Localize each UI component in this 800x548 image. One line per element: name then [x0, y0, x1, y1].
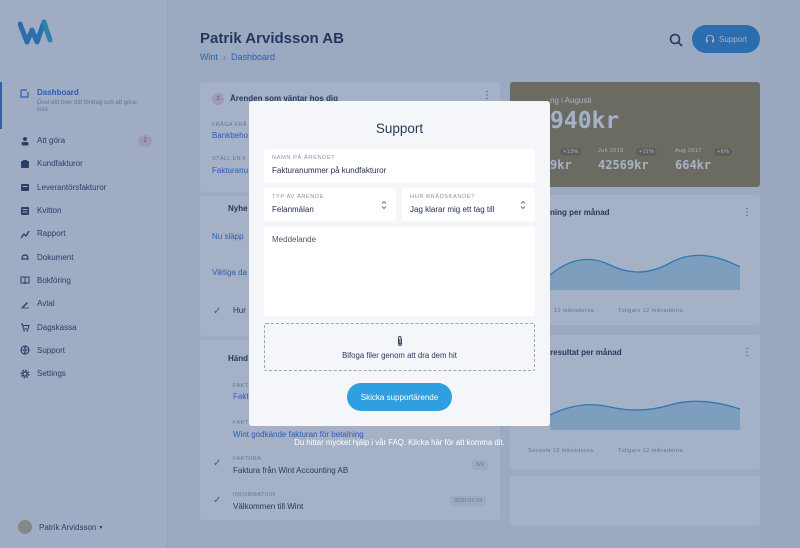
field-value: Felanmälan	[272, 205, 314, 214]
urgency-select[interactable]: HUR BRÅDSKANDE? Jag klarar mig ett tag t…	[402, 188, 535, 221]
chevron-up-down-icon	[381, 200, 387, 210]
field-value: Fakturanummer på kundfakturor	[272, 166, 387, 175]
issue-type-select[interactable]: TYP AV ÄRENDE Felanmälan	[264, 188, 396, 221]
chevron-up-down-icon	[520, 200, 526, 210]
support-modal: Support NAMN PÅ ÄRENDET Fakturanummer på…	[249, 101, 550, 426]
faq-link[interactable]: Du hittar mycket hjälp i vår FAQ. Klicka…	[249, 438, 550, 447]
dropzone-text: Bifoga filer genom att dra dem hit	[342, 351, 457, 360]
paperclip-icon	[398, 336, 402, 346]
field-label: TYP AV ÄRENDE	[272, 194, 325, 200]
file-dropzone[interactable]: Bifoga filer genom att dra dem hit	[264, 323, 535, 371]
message-placeholder: Meddelande	[272, 235, 317, 244]
message-textarea[interactable]: Meddelande	[264, 227, 535, 316]
field-label: NAMN PÅ ÄRENDET	[272, 155, 336, 161]
submit-support-button[interactable]: Skicka supportärende	[347, 383, 452, 411]
field-label: HUR BRÅDSKANDE?	[410, 194, 475, 200]
modal-title: Support	[375, 121, 424, 136]
issue-name-field[interactable]: NAMN PÅ ÄRENDET Fakturanummer på kundfak…	[264, 149, 535, 183]
field-value: Jag klarar mig ett tag till	[410, 205, 495, 214]
